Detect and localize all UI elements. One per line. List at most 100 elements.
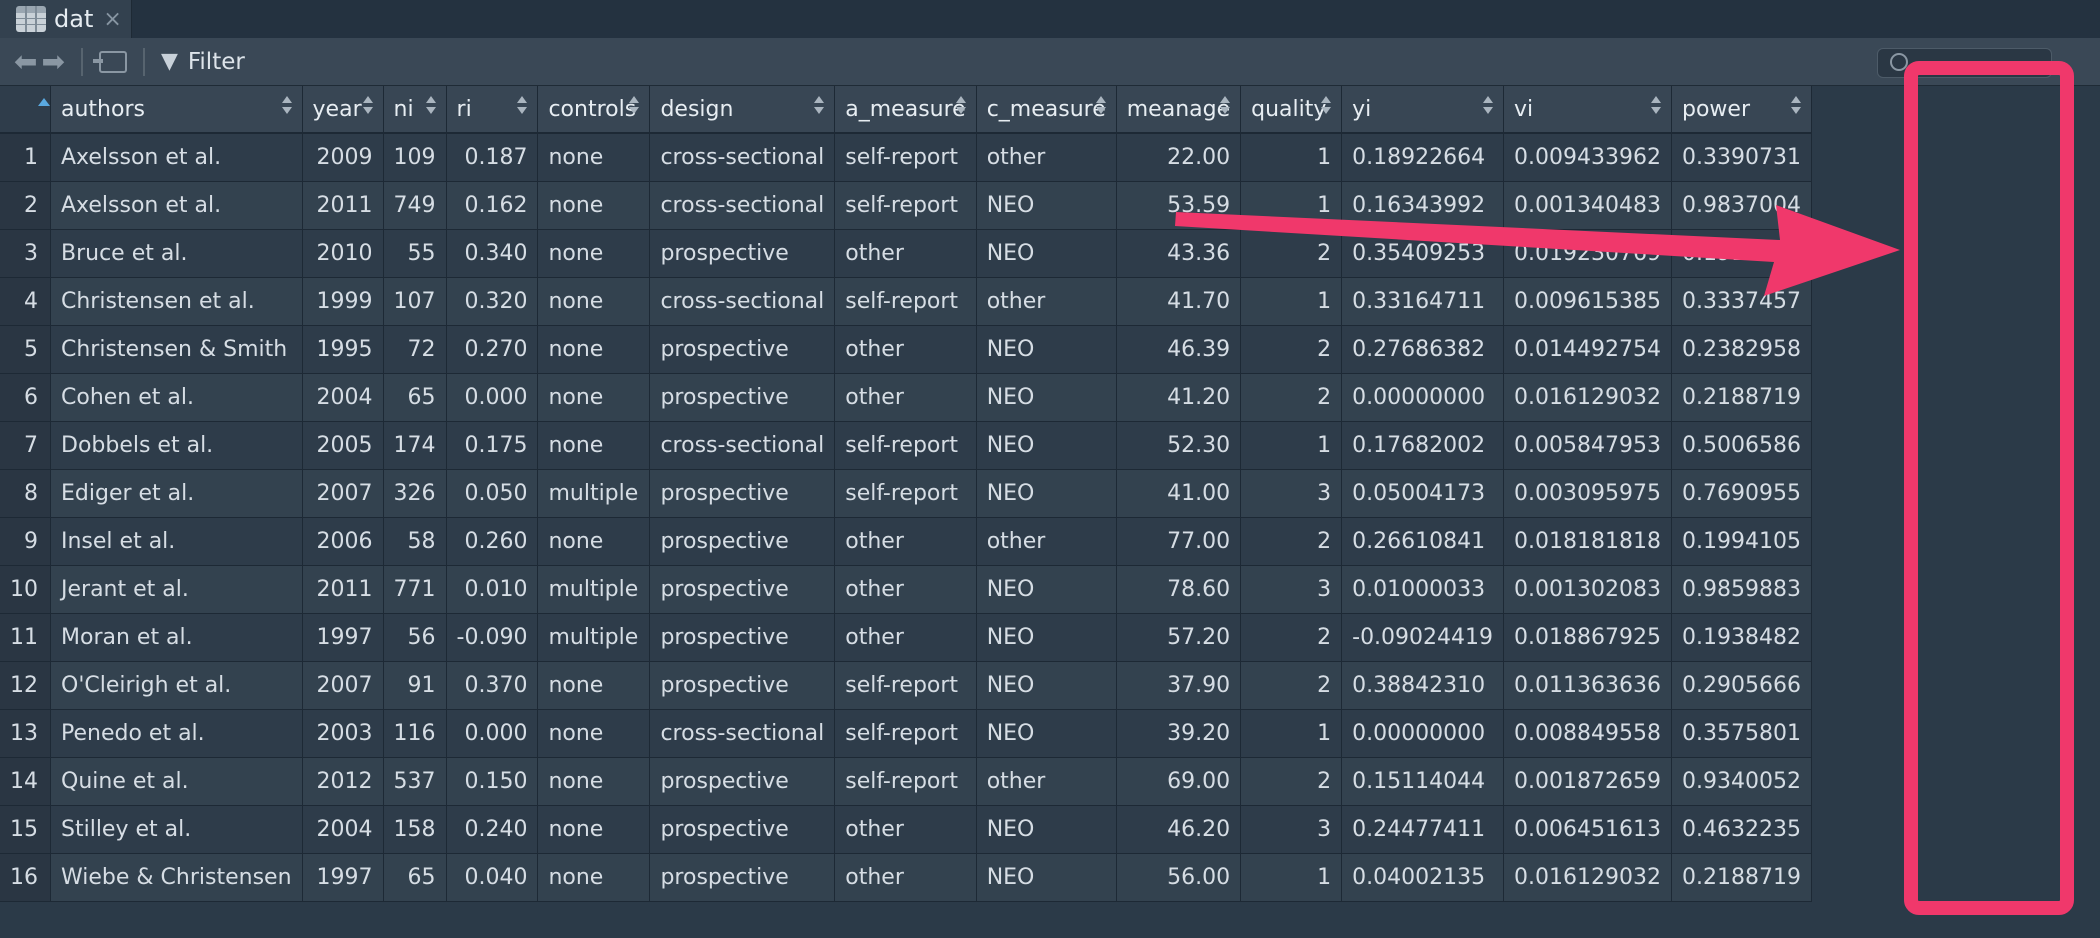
cell-a_measure[interactable]: self-report (834, 469, 977, 518)
cell-meanage[interactable]: 43.36 (1116, 229, 1242, 278)
sort-icon[interactable] (362, 96, 373, 118)
cell-quality[interactable]: 3 (1240, 469, 1343, 518)
cell-year[interactable]: 1997 (302, 853, 384, 902)
column-header[interactable]: yi (1341, 86, 1505, 134)
cell-vi[interactable]: 0.014492754 (1503, 325, 1672, 374)
row-number[interactable]: 12 (0, 661, 51, 710)
cell-ri[interactable]: 0.240 (446, 805, 539, 854)
cell-ni[interactable]: 65 (383, 853, 447, 902)
table-row[interactable]: 5 Christensen & Smith 1995 72 0.270 none prosp… (0, 325, 1812, 374)
cell-vi[interactable]: 0.019230769 (1503, 229, 1672, 278)
sort-icon[interactable] (1220, 96, 1231, 118)
sort-icon[interactable] (629, 96, 640, 118)
cell-vi[interactable]: 0.018181818 (1503, 517, 1672, 566)
cell-a_measure[interactable]: self-report (834, 181, 977, 230)
row-number[interactable]: 14 (0, 757, 51, 806)
cell-design[interactable]: prospective (649, 565, 836, 614)
cell-meanage[interactable]: 56.00 (1116, 853, 1242, 902)
cell-quality[interactable]: 1 (1240, 853, 1343, 902)
cell-c_measure[interactable]: NEO (976, 421, 1117, 470)
row-number[interactable]: 9 (0, 517, 51, 566)
row-number[interactable]: 15 (0, 805, 51, 854)
cell-ni[interactable]: 72 (383, 325, 447, 374)
column-header[interactable]: a_measure (834, 86, 977, 134)
cell-yi[interactable]: 0.17682002 (1341, 421, 1505, 470)
cell-a_measure[interactable]: self-report (834, 421, 977, 470)
forward-arrow-icon[interactable]: ➡ (41, 45, 64, 78)
cell-quality[interactable]: 1 (1240, 277, 1343, 326)
cell-quality[interactable]: 1 (1240, 709, 1343, 758)
cell-meanage[interactable]: 57.20 (1116, 613, 1242, 662)
cell-c_measure[interactable]: NEO (976, 805, 1117, 854)
cell-yi[interactable]: 0.35409253 (1341, 229, 1505, 278)
cell-quality[interactable]: 3 (1240, 805, 1343, 854)
column-header[interactable]: quality (1240, 86, 1343, 134)
cell-design[interactable]: cross-sectional (649, 133, 836, 182)
cell-controls[interactable]: none (537, 277, 651, 326)
cell-quality[interactable]: 1 (1240, 421, 1343, 470)
cell-power[interactable]: 0.2905666 (1671, 661, 1812, 710)
sort-icon[interactable] (1790, 96, 1801, 118)
row-number[interactable]: 16 (0, 853, 51, 902)
table-row[interactable]: 7 Dobbels et al. 2005 174 0.175 none cross-sec… (0, 421, 1812, 470)
cell-power[interactable]: 0.7690955 (1671, 469, 1812, 518)
table-row[interactable]: 1 Axelsson et al. 2009 109 0.187 none cross-se… (0, 133, 1812, 182)
cell-quality[interactable]: 2 (1240, 613, 1343, 662)
row-number[interactable]: 10 (0, 565, 51, 614)
cell-controls[interactable]: none (537, 373, 651, 422)
row-number[interactable]: 4 (0, 277, 51, 326)
column-header[interactable]: authors (50, 86, 303, 134)
cell-yi[interactable]: 0.04002135 (1341, 853, 1505, 902)
filter-icon[interactable]: ▼ (161, 49, 178, 74)
sort-icon[interactable] (281, 96, 292, 118)
row-number[interactable]: 3 (0, 229, 51, 278)
cell-year[interactable]: 2011 (302, 565, 384, 614)
cell-design[interactable]: prospective (649, 373, 836, 422)
table-row[interactable]: 12 O'Cleirigh et al. 2007 91 0.370 none prospe… (0, 661, 1812, 710)
cell-year[interactable]: 2012 (302, 757, 384, 806)
cell-year[interactable]: 2011 (302, 181, 384, 230)
cell-c_measure[interactable]: NEO (976, 181, 1117, 230)
cell-ri[interactable]: 0.000 (446, 709, 539, 758)
cell-authors[interactable]: Christensen et al. (50, 277, 303, 326)
cell-ri[interactable]: 0.162 (446, 181, 539, 230)
cell-a_measure[interactable]: self-report (834, 277, 977, 326)
cell-quality[interactable]: 2 (1240, 757, 1343, 806)
cell-meanage[interactable]: 41.20 (1116, 373, 1242, 422)
table-row[interactable]: 8 Ediger et al. 2007 326 0.050 multiple prospe… (0, 469, 1812, 518)
cell-vi[interactable]: 0.009615385 (1503, 277, 1672, 326)
cell-authors[interactable]: Dobbels et al. (50, 421, 303, 470)
cell-ri[interactable]: 0.260 (446, 517, 539, 566)
cell-vi[interactable]: 0.011363636 (1503, 661, 1672, 710)
cell-quality[interactable]: 2 (1240, 661, 1343, 710)
cell-meanage[interactable]: 39.20 (1116, 709, 1242, 758)
cell-c_measure[interactable]: NEO (976, 325, 1117, 374)
cell-c_measure[interactable]: NEO (976, 565, 1117, 614)
cell-meanage[interactable]: 41.70 (1116, 277, 1242, 326)
cell-design[interactable]: cross-sectional (649, 277, 836, 326)
cell-a_measure[interactable]: self-report (834, 709, 977, 758)
cell-a_measure[interactable]: self-report (834, 661, 977, 710)
cell-vi[interactable]: 0.001302083 (1503, 565, 1672, 614)
cell-meanage[interactable]: 78.60 (1116, 565, 1242, 614)
cell-yi[interactable]: 0.33164711 (1341, 277, 1505, 326)
cell-quality[interactable]: 1 (1240, 133, 1343, 182)
cell-authors[interactable]: Insel et al. (50, 517, 303, 566)
column-header[interactable]: ri (446, 86, 539, 134)
cell-ri[interactable]: 0.000 (446, 373, 539, 422)
cell-authors[interactable]: Axelsson et al. (50, 133, 303, 182)
cell-a_measure[interactable]: other (834, 805, 977, 854)
cell-yi[interactable]: 0.16343992 (1341, 181, 1505, 230)
cell-meanage[interactable]: 52.30 (1116, 421, 1242, 470)
row-number[interactable]: 13 (0, 709, 51, 758)
cell-yi[interactable]: 0.26610841 (1341, 517, 1505, 566)
cell-power[interactable]: 0.9837004 (1671, 181, 1812, 230)
cell-power[interactable]: 0.2382958 (1671, 325, 1812, 374)
cell-power[interactable]: 0.3575801 (1671, 709, 1812, 758)
cell-c_measure[interactable]: other (976, 517, 1117, 566)
cell-meanage[interactable]: 69.00 (1116, 757, 1242, 806)
cell-ri[interactable]: 0.010 (446, 565, 539, 614)
cell-power[interactable]: 0.4632235 (1671, 805, 1812, 854)
table-row[interactable]: 11 Moran et al. 1997 56 -0.090 multiple prospe… (0, 613, 1812, 662)
cell-ri[interactable]: 0.340 (446, 229, 539, 278)
